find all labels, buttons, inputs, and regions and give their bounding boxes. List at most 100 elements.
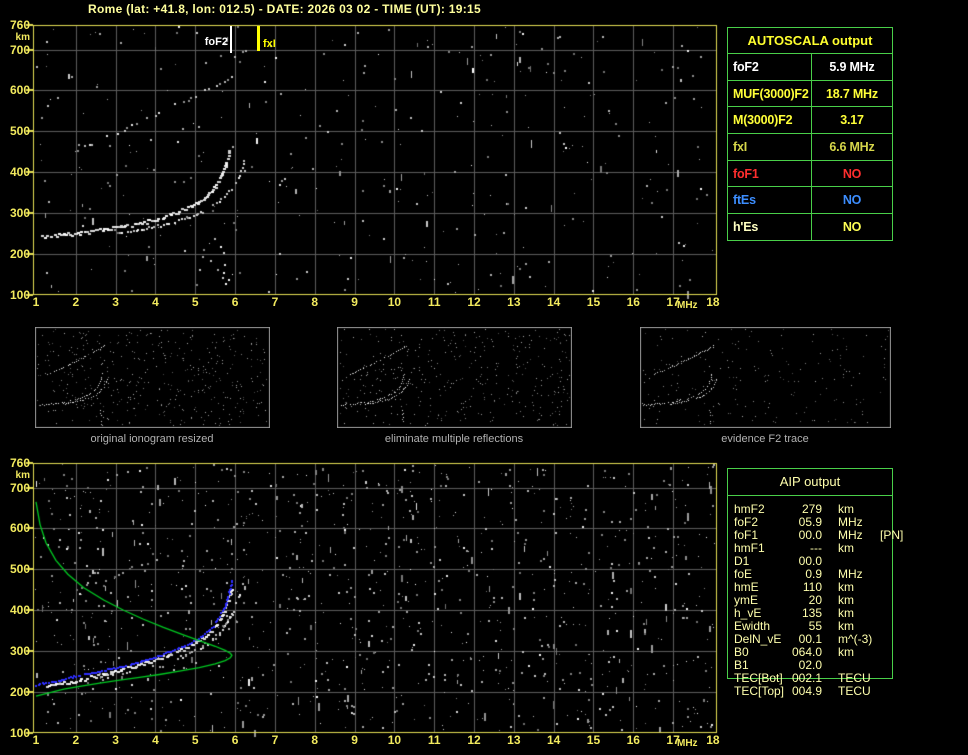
autoscala-row: h'Es NO — [728, 214, 892, 240]
x-tick-label: 14 — [546, 733, 561, 747]
x-tick-label: 12 — [467, 295, 481, 309]
x-tick-label: 6 — [231, 733, 239, 747]
autoscala-row-label: fxI — [728, 134, 812, 160]
x-tick-label: 3 — [112, 733, 119, 747]
x-tick-label: 10 — [387, 295, 402, 309]
y-tick-label: 760 — [9, 456, 30, 470]
x-tick-label: 10 — [387, 733, 402, 747]
autoscala-row: fxI 6.6 MHz — [728, 134, 892, 161]
autoscala-row-value: 6.6 MHz — [829, 139, 875, 154]
autoscala-row-label: M(3000)F2 — [728, 107, 812, 134]
foF2-marker-line — [230, 26, 232, 53]
x-tick-label: 11 — [427, 733, 441, 747]
fxI-marker-line — [257, 26, 260, 51]
station-date-time-title: Rome (lat: +41.8, lon: 012.5) - DATE: 20… — [88, 2, 481, 16]
x-tick-label: 15 — [586, 733, 601, 747]
aip-unit: km — [838, 645, 854, 659]
y-tick-label: 400 — [9, 603, 30, 618]
autoscala-row-value: 5.9 MHz — [829, 59, 875, 74]
foF2-marker-label: foF2 — [204, 36, 228, 48]
x-tick-label: 16 — [626, 733, 640, 747]
x-tick-label: 13 — [507, 295, 521, 309]
aip-row: B0 064.0 km — [734, 646, 964, 659]
y-tick-label: 400 — [9, 165, 30, 180]
x-tick-label: 9 — [351, 733, 358, 747]
x-tick-label: 14 — [546, 295, 561, 309]
autoscala-table-rows: foF2 5.9 MHz MUF(3000)F2 18.7 MHz M(3000)F2 3… — [728, 54, 892, 240]
autoscala-app-window: Rome (lat: +41.8, lon: 012.5) - DATE: 20… — [0, 0, 968, 755]
x-tick-label: 8 — [311, 733, 319, 747]
autoscala-row-label: foF2 — [728, 54, 812, 80]
autoscala-row-value: NO — [842, 193, 862, 208]
y-tick-label: 300 — [9, 644, 30, 659]
y-tick-label: 500 — [9, 124, 30, 139]
y-tick-label: 300 — [9, 206, 30, 221]
x-tick-label: 3 — [112, 295, 119, 309]
x-tick-label: 11 — [427, 295, 441, 309]
x-tick-label: 8 — [311, 295, 319, 309]
autoscala-row-value: 18.7 MHz — [826, 86, 878, 101]
aip-table-rows: hmF2 279 km foF2 05.9 MHz foF1 00.0 MHz [PN] hmF1-… — [734, 503, 964, 698]
aip-output-table: AIP output hmF2 279 km foF2 05.9 MHz foF1 00.0 M… — [727, 468, 903, 698]
x-tick-label: 12 — [467, 733, 481, 747]
autoscala-row-value: NO — [842, 219, 862, 234]
y-axis-unit-label: km — [15, 32, 30, 43]
autoscala-row-label: h'Es — [728, 214, 812, 240]
aip-value: 004.9 — [791, 684, 822, 698]
autoscala-row-label: MUF(3000)F2 — [728, 80, 812, 107]
y-tick-label: 760 — [9, 18, 30, 32]
aip-row: hmF1 --- km — [734, 542, 964, 555]
x-tick-label: 5 — [191, 733, 199, 747]
y-tick-label: 100 — [9, 288, 30, 302]
x-tick-label: 5 — [191, 295, 199, 309]
autoscala-row-label: foF1 — [728, 160, 812, 187]
x-tick-label: 2 — [72, 733, 80, 747]
autoscala-row-label: ftEs — [728, 187, 812, 214]
autoscala-row: foF2 5.9 MHz — [728, 54, 892, 81]
y-tick-label: 500 — [9, 562, 30, 577]
y-tick-label: 700 — [9, 42, 30, 57]
x-tick-label: 6 — [231, 295, 239, 309]
x-tick-label: 2 — [72, 295, 80, 309]
autoscala-row-value: NO — [842, 166, 862, 181]
y-tick-label: 100 — [9, 726, 30, 740]
x-tick-label: 16 — [626, 295, 640, 309]
thumbnail-caption-original: original ionogram resized — [90, 433, 214, 445]
thumbnail-caption-eliminate: eliminate multiple reflections — [384, 433, 524, 445]
x-axis-unit-label: MHz — [677, 738, 698, 749]
x-tick-label: 18 — [706, 733, 720, 747]
aip-unit: km — [838, 541, 854, 555]
thumbnail-caption-evidence: evidence F2 trace — [721, 433, 809, 445]
aip-label: TEC[Top] — [734, 684, 785, 698]
aip-table-title: AIP output — [728, 469, 892, 496]
autoscala-row: ftEs NO — [728, 187, 892, 215]
x-tick-label: 7 — [271, 733, 279, 747]
y-axis-unit-label: km — [15, 470, 30, 481]
y-tick-label: 600 — [9, 521, 30, 536]
x-tick-label: 4 — [152, 295, 159, 309]
x-tick-label: 15 — [586, 295, 601, 309]
top-ionogram-canvas — [25, 17, 725, 303]
y-tick-label: 700 — [9, 480, 30, 495]
aip-row: TEC[Top] 004.9 TECU — [734, 685, 964, 698]
autoscala-row: M(3000)F2 3.17 — [728, 107, 892, 135]
x-axis-unit-label: MHz — [677, 300, 698, 311]
thumbnail-evidence-f2-trace — [640, 327, 891, 428]
autoscala-row: foF1 NO — [728, 160, 892, 188]
x-tick-label: 7 — [271, 295, 279, 309]
thumbnail-original-ionogram — [35, 327, 270, 428]
x-tick-label: 13 — [507, 733, 521, 747]
y-tick-label: 200 — [9, 247, 30, 262]
y-tick-label: 600 — [9, 83, 30, 98]
x-tick-label: 18 — [706, 295, 720, 309]
y-tick-label: 200 — [9, 685, 30, 700]
fxI-marker-label: fxI — [263, 38, 276, 50]
aip-extra: [PN] — [880, 528, 904, 542]
x-tick-label: 9 — [351, 295, 358, 309]
aip-unit: TECU — [838, 684, 871, 698]
autoscala-row-value: 3.17 — [840, 113, 864, 128]
thumbnail-eliminate-reflections — [337, 327, 572, 428]
autoscala-row: MUF(3000)F2 18.7 MHz — [728, 80, 892, 108]
autoscala-table-title: AUTOSCALA output — [728, 28, 892, 54]
x-tick-label: 4 — [152, 733, 159, 747]
